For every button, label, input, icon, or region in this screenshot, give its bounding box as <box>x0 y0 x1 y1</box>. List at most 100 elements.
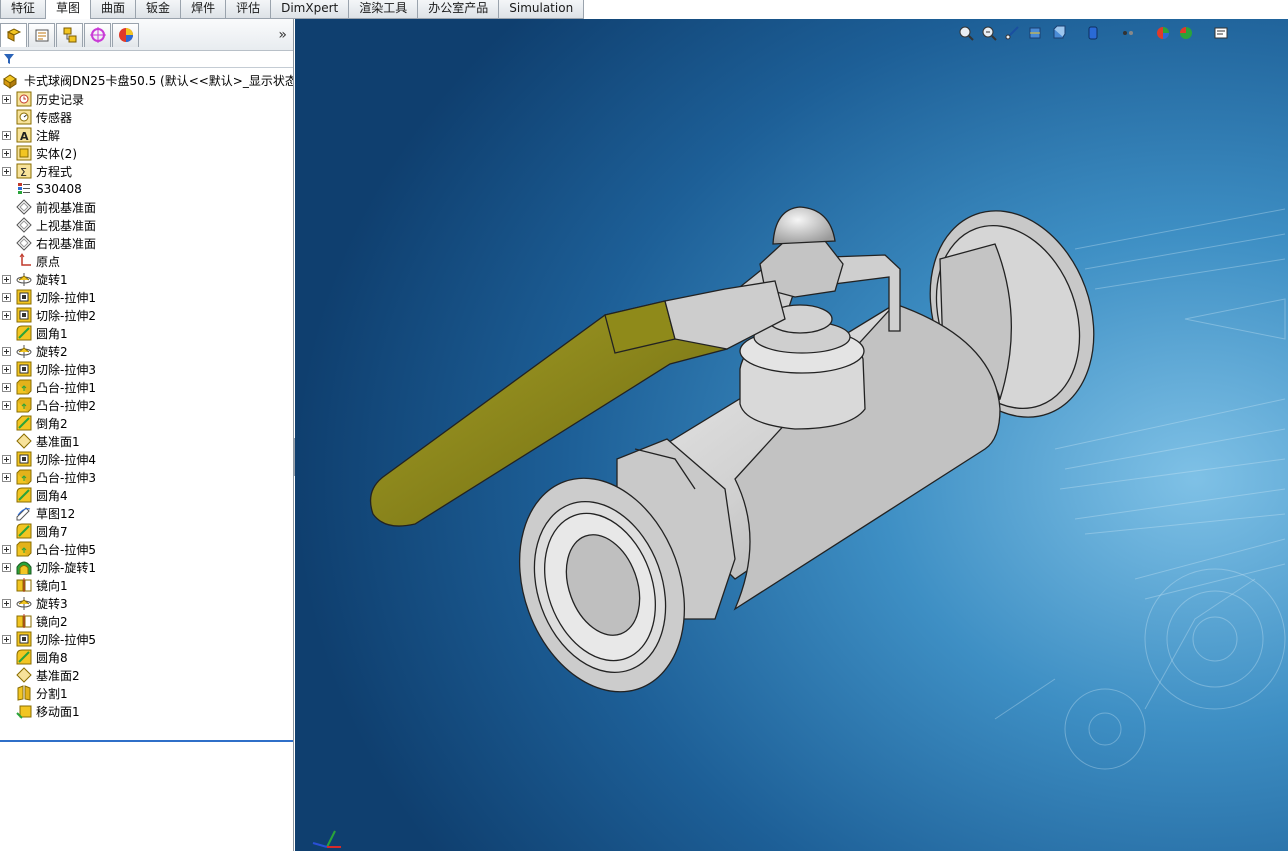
tree-item[interactable]: Σ 方程式 <box>0 162 293 180</box>
tab-1[interactable]: 草图 <box>45 0 92 20</box>
tree-item[interactable]: 凸台-拉伸3 <box>0 468 293 486</box>
tree-item[interactable]: 圆角4 <box>0 486 293 504</box>
tree-item[interactable]: 切除-拉伸3 <box>0 360 293 378</box>
expand-icon[interactable] <box>2 292 11 302</box>
previous-view-icon[interactable] <box>1001 24 1023 42</box>
tree-item[interactable]: S30408 <box>0 180 293 198</box>
expand-icon[interactable] <box>2 382 11 392</box>
tree-item[interactable]: 草图12 <box>0 504 293 522</box>
tree-item[interactable]: A 注解 <box>0 126 293 144</box>
tree-root-part[interactable]: 卡式球阀DN25卡盘50.5 (默认<<默认>_显示状态 1>) <box>0 72 293 90</box>
tree-item-label: 注解 <box>36 128 61 143</box>
expand-icon[interactable] <box>2 364 11 374</box>
tree-item[interactable]: 基准面1 <box>0 432 293 450</box>
expand-icon[interactable] <box>2 94 11 104</box>
tree-item[interactable]: 旋转1 <box>0 270 293 288</box>
tree-item[interactable]: 旋转3 <box>0 594 293 612</box>
edit-appearance-icon[interactable] <box>1152 24 1174 42</box>
expand-icon[interactable] <box>2 562 11 572</box>
tab-7[interactable]: 渲染工具 <box>348 0 419 19</box>
view-settings-icon[interactable] <box>1210 24 1232 42</box>
expand-icon[interactable] <box>2 472 11 482</box>
section-view-icon[interactable] <box>1024 24 1046 42</box>
expand-icon[interactable] <box>2 148 11 158</box>
tree-item[interactable]: 镜向1 <box>0 576 293 594</box>
tree-item-label: 切除-旋转1 <box>36 560 96 575</box>
ref-plane-icon <box>16 433 32 449</box>
part-icon <box>2 73 18 89</box>
sketch-icon <box>16 505 32 521</box>
expand-icon[interactable] <box>2 634 11 644</box>
view-orientation-icon[interactable] <box>1047 24 1069 42</box>
tab-0[interactable]: 特征 <box>0 0 47 19</box>
tree-item[interactable]: 分割1 <box>0 684 293 702</box>
panel-tab-displaymanager[interactable] <box>112 22 139 47</box>
tree-item-label: 原点 <box>36 254 61 269</box>
tree-item[interactable]: 凸台-拉伸2 <box>0 396 293 414</box>
more-tabs-icon[interactable]: » <box>278 27 287 43</box>
tab-6[interactable]: DimXpert <box>270 0 350 19</box>
tree-item[interactable]: 圆角7 <box>0 522 293 540</box>
panel-tab-featuremanager[interactable] <box>0 22 27 47</box>
expand-icon[interactable] <box>2 598 11 608</box>
tree-item[interactable]: 切除-拉伸5 <box>0 630 293 648</box>
tab-3[interactable]: 钣金 <box>135 0 182 19</box>
tree-item[interactable]: 切除-拉伸2 <box>0 306 293 324</box>
tree-item[interactable]: 切除-拉伸1 <box>0 288 293 306</box>
tab-5[interactable]: 评估 <box>225 0 272 19</box>
expand-icon[interactable] <box>2 166 11 176</box>
tree-item-label: 前视基准面 <box>36 200 97 215</box>
expand-icon[interactable] <box>2 400 11 410</box>
apply-scene-icon[interactable] <box>1175 24 1197 42</box>
tree-item[interactable]: 实体(2) <box>0 144 293 162</box>
expand-icon[interactable] <box>2 346 11 356</box>
panel-tab-dimxpertmanager[interactable] <box>84 22 111 47</box>
panel-tab-propertymanager[interactable] <box>28 22 55 47</box>
tree-item[interactable]: 切除-拉伸4 <box>0 450 293 468</box>
hide-show-items-icon[interactable] <box>1117 24 1139 42</box>
tree-item[interactable]: 基准面2 <box>0 666 293 684</box>
tree-item[interactable]: 移动面1 <box>0 702 293 720</box>
tree-item[interactable]: 上视基准面 <box>0 216 293 234</box>
tree-item[interactable]: 倒角2 <box>0 414 293 432</box>
expand-icon[interactable] <box>2 310 11 320</box>
tab-4[interactable]: 焊件 <box>180 0 227 19</box>
rollback-bar[interactable] <box>0 740 293 742</box>
tree-item[interactable]: 前视基准面 <box>0 198 293 216</box>
tree-item-label: S30408 <box>36 182 82 196</box>
tree-item[interactable]: 切除-旋转1 <box>0 558 293 576</box>
tree-item[interactable]: 历史记录 <box>0 90 293 108</box>
filter-icon[interactable] <box>4 54 14 64</box>
feature-filter-bar[interactable] <box>0 51 293 68</box>
tab-8[interactable]: 办公室产品 <box>417 0 500 19</box>
tree-item[interactable]: 原点 <box>0 252 293 270</box>
part-name: 卡式球阀DN25卡盘50.5 (默认<<默认>_显示状态 1>) <box>24 74 293 88</box>
graphics-viewport[interactable] <box>295 19 1288 851</box>
tree-item[interactable]: 传感器 <box>0 108 293 126</box>
display-style-icon[interactable] <box>1082 24 1104 42</box>
heads-up-view-toolbar <box>955 23 1233 43</box>
tree-item[interactable]: 旋转2 <box>0 342 293 360</box>
tree-item-label: 凸台-拉伸5 <box>36 542 96 557</box>
tree-item[interactable]: 右视基准面 <box>0 234 293 252</box>
tree-item[interactable]: 凸台-拉伸1 <box>0 378 293 396</box>
tree-item[interactable]: 圆角8 <box>0 648 293 666</box>
zoom-to-area-icon[interactable] <box>978 24 1000 42</box>
zoom-to-fit-icon[interactable] <box>955 24 977 42</box>
tree-item-label: 旋转2 <box>36 344 68 359</box>
tab-2[interactable]: 曲面 <box>90 0 137 19</box>
cut-extrude-icon <box>16 307 32 323</box>
panel-tab-configurationmanager[interactable] <box>56 22 83 47</box>
tab-9[interactable]: Simulation <box>498 0 585 19</box>
tree-item[interactable]: 镜向2 <box>0 612 293 630</box>
ball-valve-model[interactable] <box>295 19 1288 851</box>
tree-item[interactable]: 圆角1 <box>0 324 293 342</box>
expand-icon[interactable] <box>2 274 11 284</box>
boss-extrude-icon <box>16 397 32 413</box>
tree-item-label: 分割1 <box>36 686 68 701</box>
expand-icon[interactable] <box>2 130 11 140</box>
tree-item[interactable]: 凸台-拉伸5 <box>0 540 293 558</box>
expand-icon[interactable] <box>2 544 11 554</box>
tree-item-label: 切除-拉伸2 <box>36 308 96 323</box>
expand-icon[interactable] <box>2 454 11 464</box>
